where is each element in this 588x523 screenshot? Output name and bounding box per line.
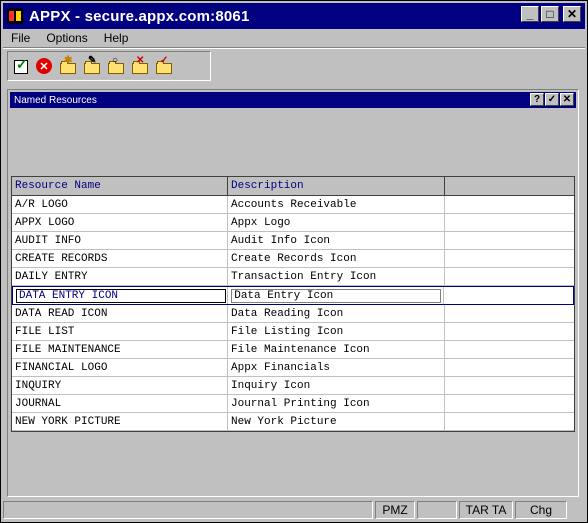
resource-name-cell[interactable]: FINANCIAL LOGO [12, 359, 228, 376]
resource-name-cell[interactable]: CREATE RECORDS [12, 250, 228, 267]
menu-file[interactable]: File [3, 31, 38, 45]
table-row[interactable]: A/R LOGO Accounts Receivable [12, 196, 574, 214]
description-cell[interactable]: Transaction Entry Icon [228, 268, 445, 285]
status-mode: Chg [515, 501, 567, 519]
empty-cell [445, 214, 574, 231]
resource-name-cell[interactable]: NEW YORK PICTURE [12, 413, 228, 430]
menu-help[interactable]: Help [96, 31, 137, 45]
description-cell[interactable]: Data Reading Icon [228, 305, 445, 322]
status-pmz: PMZ [375, 501, 415, 519]
description-cell[interactable]: Audit Info Icon [228, 232, 445, 249]
empty-cell [444, 287, 573, 304]
empty-cell [445, 323, 574, 340]
empty-cell [445, 341, 574, 358]
status-tar: TAR TA [459, 501, 513, 519]
resource-name-cell[interactable]: DATA READ ICON [12, 305, 228, 322]
description-cell[interactable]: Appx Logo [228, 214, 445, 231]
subwindow-title-bar: Named Resources ? ✓ ✕ [10, 92, 576, 108]
status-message [3, 501, 373, 519]
resource-name-cell[interactable]: APPX LOGO [12, 214, 228, 231]
table-row[interactable]: DATA READ ICON Data Reading Icon [12, 305, 574, 323]
toolbar: ✕ ✱ ✎ ○ ✕ ✓ [7, 51, 211, 81]
resource-name-cell[interactable]: DAILY ENTRY [12, 268, 228, 285]
table-row[interactable]: NEW YORK PICTURE New York Picture [12, 413, 574, 431]
table-row[interactable]: FINANCIAL LOGO Appx Financials [12, 359, 574, 377]
empty-cell [445, 268, 574, 285]
table-row[interactable]: AUDIT INFO Audit Info Icon [12, 232, 574, 250]
table-row[interactable]: APPX LOGO Appx Logo [12, 214, 574, 232]
description-edit-field[interactable]: Data Entry Icon [231, 288, 442, 303]
ok-button[interactable]: ✓ [545, 93, 559, 106]
app-window: APPX - secure.appx.com:8061 _ □ ✕ File O… [0, 0, 588, 523]
empty-cell [445, 196, 574, 213]
resource-name-cell[interactable]: FILE MAINTENANCE [12, 341, 228, 358]
empty-cell [445, 359, 574, 376]
minimize-button[interactable]: _ [521, 6, 539, 22]
window-title: APPX - secure.appx.com:8061 [29, 7, 250, 25]
description-cell[interactable]: Create Records Icon [228, 250, 445, 267]
folder-search-icon[interactable]: ○ [108, 55, 124, 74]
resources-table: Resource Name Description A/R LOGO Accoun… [11, 176, 575, 432]
resource-name-cell[interactable]: FILE LIST [12, 323, 228, 340]
resource-name-edit-field[interactable]: DATA ENTRY ICON [16, 288, 226, 303]
table-row[interactable]: DAILY ENTRY Transaction Entry Icon [12, 268, 574, 286]
table-row[interactable]: INQUIRY Inquiry Icon [12, 377, 574, 395]
description-cell[interactable]: Appx Financials [228, 359, 445, 376]
table-header: Resource Name Description [12, 177, 574, 196]
description-cell[interactable]: File Listing Icon [228, 323, 445, 340]
description-cell[interactable]: Inquiry Icon [228, 377, 445, 394]
empty-cell [445, 413, 574, 430]
subwindow-title: Named Resources [14, 94, 97, 106]
description-cell[interactable]: Data Entry Icon [228, 287, 445, 304]
description-cell[interactable]: Accounts Receivable [228, 196, 445, 213]
resource-name-cell[interactable]: JOURNAL [12, 395, 228, 412]
resource-name-cell[interactable]: AUDIT INFO [12, 232, 228, 249]
folder-edit-icon[interactable]: ✎ [84, 55, 100, 74]
menu-divider [3, 47, 585, 49]
ok-check-icon[interactable] [14, 56, 28, 74]
column-header-resource-name[interactable]: Resource Name [12, 177, 228, 195]
table-row[interactable]: FILE LIST File Listing Icon [12, 323, 574, 341]
status-blank [417, 501, 457, 519]
resource-name-cell[interactable]: DATA ENTRY ICON [13, 287, 229, 304]
resource-name-cell[interactable]: INQUIRY [12, 377, 228, 394]
empty-cell [445, 377, 574, 394]
empty-cell [445, 232, 574, 249]
help-button[interactable]: ? [530, 93, 544, 106]
empty-cell [445, 395, 574, 412]
table-row[interactable]: JOURNAL Journal Printing Icon [12, 395, 574, 413]
title-bar[interactable]: APPX - secure.appx.com:8061 _ □ ✕ [3, 3, 585, 29]
description-cell[interactable]: File Maintenance Icon [228, 341, 445, 358]
menu-options[interactable]: Options [38, 31, 95, 45]
description-cell[interactable]: New York Picture [228, 413, 445, 430]
folder-check-icon[interactable]: ✓ [156, 55, 172, 74]
status-bar: PMZ TAR TA Chg [3, 501, 585, 521]
empty-cell [445, 250, 574, 267]
table-row[interactable]: FILE MAINTENANCE File Maintenance Icon [12, 341, 574, 359]
maximize-button[interactable]: □ [541, 6, 559, 22]
named-resources-window: Named Resources ? ✓ ✕ Resource Name Desc… [7, 89, 579, 497]
cancel-icon[interactable]: ✕ [36, 58, 52, 74]
empty-cell [445, 305, 574, 322]
column-header-description[interactable]: Description [228, 177, 445, 195]
table-row[interactable]: CREATE RECORDS Create Records Icon [12, 250, 574, 268]
resource-name-cell[interactable]: A/R LOGO [12, 196, 228, 213]
description-cell[interactable]: Journal Printing Icon [228, 395, 445, 412]
appx-logo-icon [7, 8, 23, 24]
table-row-selected[interactable]: DATA ENTRY ICON Data Entry Icon [12, 286, 574, 305]
folder-new-icon[interactable]: ✱ [60, 55, 76, 74]
folder-delete-icon[interactable]: ✕ [132, 55, 148, 74]
column-header-extra [445, 177, 574, 195]
subwindow-close-button[interactable]: ✕ [560, 93, 574, 106]
menu-bar: File Options Help [3, 29, 585, 47]
close-button[interactable]: ✕ [563, 6, 581, 22]
